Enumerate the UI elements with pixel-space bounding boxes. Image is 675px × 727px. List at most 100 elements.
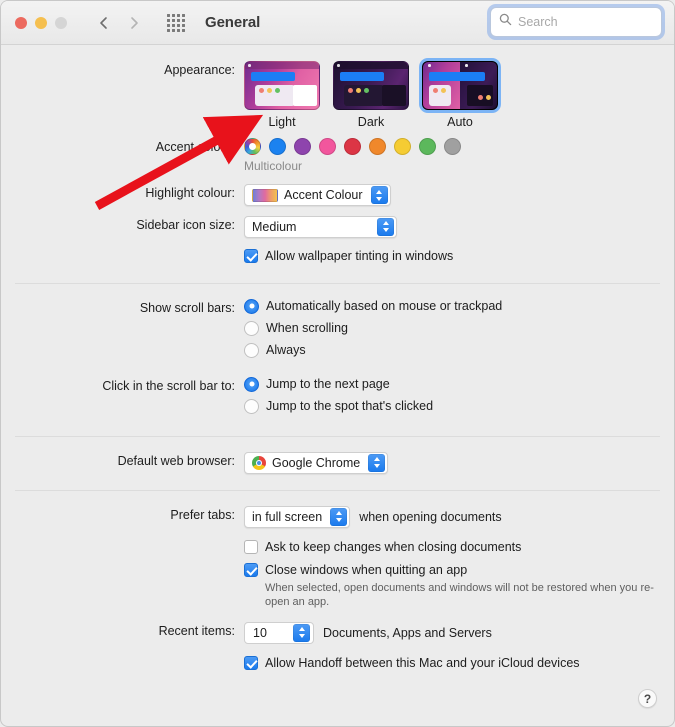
scroll-bar-click-radio-next-page[interactable] xyxy=(244,376,259,392)
accent-swatch-multicolour[interactable] xyxy=(244,138,261,155)
highlight-colour-row: Highlight colour: Accent Colour xyxy=(1,173,674,207)
wallpaper-tinting-checkbox[interactable] xyxy=(244,248,258,263)
default-web-browser-row: Default web browser: Google Chrome xyxy=(1,437,674,475)
prefer-tabs-value: in full screen xyxy=(252,509,323,524)
scroll-bars-option-always[interactable]: Always xyxy=(244,342,674,358)
appearance-label-dark: Dark xyxy=(357,115,385,129)
close-windows-checkbox[interactable] xyxy=(244,562,258,577)
accent-swatch-graphite[interactable] xyxy=(444,138,461,155)
scroll-bars-radio-automatic[interactable] xyxy=(244,298,259,314)
accent-swatch-blue[interactable] xyxy=(269,138,286,155)
show-all-grid-icon[interactable] xyxy=(167,13,185,32)
accent-swatch-pink[interactable] xyxy=(319,138,336,155)
appearance-option-dark[interactable]: Dark xyxy=(333,61,409,129)
sidebar-icon-size-row: Sidebar icon size: Medium xyxy=(1,207,674,238)
appearance-label-auto: Auto xyxy=(447,115,473,129)
appearance-row: Appearance: Light Dark Auto xyxy=(1,45,674,129)
handoff-option[interactable]: Allow Handoff between this Mac and your … xyxy=(244,655,674,670)
close-windows-hint: When selected, open documents and window… xyxy=(265,581,654,608)
appearance-option-auto[interactable]: Auto xyxy=(422,61,498,129)
recent-items-suffix: Documents, Apps and Servers xyxy=(323,625,492,640)
chrome-icon xyxy=(252,455,266,470)
scroll-bars-option-automatic[interactable]: Automatically based on mouse or trackpad xyxy=(244,298,674,314)
default-web-browser-label: Default web browser: xyxy=(117,453,235,468)
scroll-bar-click-radio-spot-clicked[interactable] xyxy=(244,398,259,414)
accent-colour-row: Accent colour: Multicolour xyxy=(1,129,674,173)
scroll-bar-click-label-next-page: Jump to the next page xyxy=(266,377,390,391)
sidebar-icon-size-value: Medium xyxy=(252,219,297,234)
ask-keep-changes-label: Ask to keep changes when closing documen… xyxy=(265,539,522,554)
appearance-label-light: Light xyxy=(268,115,296,129)
appearance-label: Appearance: xyxy=(164,63,235,77)
accent-selected-name: Multicolour xyxy=(244,159,303,173)
sidebar-icon-size-popup[interactable]: Medium xyxy=(244,215,397,238)
recent-items-value[interactable]: 10 xyxy=(253,626,291,640)
prefer-tabs-chevron-icon[interactable] xyxy=(330,507,348,526)
minimize-button[interactable] xyxy=(35,16,47,29)
default-web-browser-chevron-icon[interactable] xyxy=(368,453,386,472)
wallpaper-tinting-row: Allow wallpaper tinting in windows xyxy=(1,238,674,270)
search-field[interactable]: Search xyxy=(490,7,662,37)
sidebar-icon-size-label: Sidebar icon size: xyxy=(136,217,235,232)
close-windows-label: Close windows when quitting an app xyxy=(265,562,468,577)
dark-appearance-thumbnail[interactable] xyxy=(333,61,409,110)
scroll-bars-label-always: Always xyxy=(266,343,306,357)
scroll-bar-click-option-spot-clicked[interactable]: Jump to the spot that's clicked xyxy=(244,398,674,414)
navigation-buttons xyxy=(97,16,141,30)
zoom-button xyxy=(55,16,67,29)
window-toolbar: General Search xyxy=(1,1,674,45)
scroll-bar-click-row: Click in the scroll bar to: Jump to the … xyxy=(1,365,674,421)
scroll-bar-click-option-next-page[interactable]: Jump to the next page xyxy=(244,376,674,392)
default-web-browser-popup[interactable]: Google Chrome xyxy=(244,451,389,474)
scroll-bars-label-when-scrolling: When scrolling xyxy=(266,321,348,335)
highlight-colour-label: Highlight colour: xyxy=(145,186,235,200)
search-icon xyxy=(499,13,512,31)
prefer-tabs-popup[interactable]: in full screen xyxy=(244,505,351,528)
ask-keep-changes-option[interactable]: Ask to keep changes when closing documen… xyxy=(244,539,674,554)
page-title: General xyxy=(205,14,261,31)
default-web-browser-value: Google Chrome xyxy=(272,455,361,470)
recent-items-stepper-arrows-icon[interactable] xyxy=(293,623,310,642)
recent-items-row: Recent items: 10 Documents, Apps and Ser… xyxy=(1,609,674,644)
handoff-label: Allow Handoff between this Mac and your … xyxy=(265,655,580,670)
scroll-bar-click-label-spot-clicked: Jump to the spot that's clicked xyxy=(266,399,434,413)
sidebar-icon-size-chevron-icon[interactable] xyxy=(377,217,394,236)
scroll-bars-radio-always[interactable] xyxy=(244,342,259,358)
scroll-bars-radio-when-scrolling[interactable] xyxy=(244,320,259,336)
search-placeholder: Search xyxy=(518,15,558,29)
prefer-tabs-row: Prefer tabs: in full screen when opening… xyxy=(1,491,674,528)
forward-chevron-icon[interactable] xyxy=(127,16,141,30)
accent-swatch-orange[interactable] xyxy=(369,138,386,155)
appearance-option-light[interactable]: Light xyxy=(244,61,320,129)
recent-items-label: Recent items: xyxy=(158,623,235,638)
highlight-colour-value: Accent Colour xyxy=(284,188,363,202)
highlight-colour-chevron-icon[interactable] xyxy=(370,186,388,204)
show-scroll-bars-row: Show scroll bars: Automatically based on… xyxy=(1,284,674,365)
preferences-content: Appearance: Light Dark Auto Accent colou… xyxy=(1,45,674,677)
ask-keep-changes-checkbox[interactable] xyxy=(244,539,258,554)
highlight-colour-popup[interactable]: Accent Colour xyxy=(244,184,391,206)
wallpaper-tinting-option[interactable]: Allow wallpaper tinting in windows xyxy=(244,248,674,263)
close-windows-row: Close windows when quitting an app When … xyxy=(1,561,674,609)
auto-appearance-thumbnail[interactable] xyxy=(422,61,498,110)
recent-items-stepper[interactable]: 10 xyxy=(244,621,314,644)
help-button[interactable]: ? xyxy=(638,689,657,708)
accent-swatch-purple[interactable] xyxy=(294,138,311,155)
scroll-bars-option-when-scrolling[interactable]: When scrolling xyxy=(244,320,674,336)
accent-swatch-green[interactable] xyxy=(419,138,436,155)
handoff-checkbox[interactable] xyxy=(244,655,258,670)
light-appearance-thumbnail[interactable] xyxy=(244,61,320,110)
prefer-tabs-suffix: when opening documents xyxy=(359,509,502,524)
accent-swatch-yellow[interactable] xyxy=(394,138,411,155)
ask-keep-changes-row: Ask to keep changes when closing documen… xyxy=(1,528,674,561)
show-scroll-bars-label: Show scroll bars: xyxy=(139,300,235,315)
system-preferences-window: General Search Appearance: Light Dark Au… xyxy=(0,0,675,727)
appearance-options: Light Dark Auto xyxy=(244,61,674,129)
handoff-row: Allow Handoff between this Mac and your … xyxy=(1,644,674,677)
close-windows-option[interactable]: Close windows when quitting an app xyxy=(244,562,674,577)
highlight-colour-swatch-icon xyxy=(252,188,278,202)
accent-swatch-red[interactable] xyxy=(344,138,361,155)
accent-colour-swatches xyxy=(244,138,674,155)
close-button[interactable] xyxy=(15,16,27,29)
back-chevron-icon[interactable] xyxy=(97,16,111,30)
